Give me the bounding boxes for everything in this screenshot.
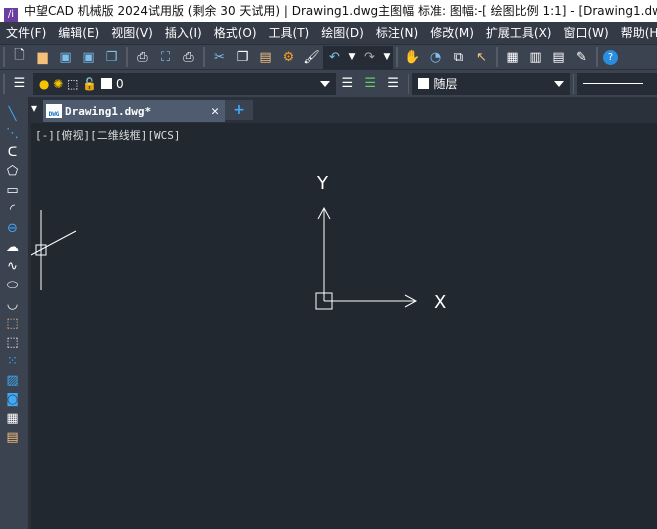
- paste-special-icon[interactable]: ⚙: [279, 48, 298, 67]
- undo-icon[interactable]: ↶: [325, 48, 344, 67]
- zoom-realtime-icon[interactable]: ◔: [426, 48, 445, 67]
- construction-line-icon[interactable]: ⋱: [3, 126, 22, 141]
- menu-bar: 文件(F) 编辑(E) 视图(V) 插入(I) 格式(O) 工具(T) 绘图(D…: [0, 22, 657, 44]
- x-axis-label: X: [434, 292, 446, 313]
- polyline-icon[interactable]: ᑕ: [3, 145, 22, 160]
- cut-icon[interactable]: ✂: [210, 48, 229, 67]
- tab-drawing1[interactable]: DWG Drawing1.dwg* ✕: [43, 100, 225, 122]
- color-swatch: [418, 78, 430, 89]
- menu-ext-tools[interactable]: 扩展工具(X): [480, 22, 558, 44]
- layer-thaw-icon[interactable]: ✺: [53, 77, 63, 91]
- properties-icon[interactable]: ▦: [503, 48, 522, 67]
- layer-unlock-icon[interactable]: 🔓: [82, 77, 97, 91]
- crosshair-cursor: [31, 210, 77, 290]
- standard-toolbar: 🗋 ▆ ▣ ▣ ❐ ⎙ ⛶ ⎙ ✂ ❐ ▤ ⚙ 🖌 ↶ ▼ ↷ ▼ ✋ ◔ ⧉ …: [0, 44, 657, 69]
- layer-on-icon[interactable]: ●: [39, 77, 49, 91]
- layer-viewport-icon[interactable]: ⬚: [67, 77, 78, 91]
- multiline-text-icon[interactable]: ▤: [3, 430, 22, 445]
- save-as-icon[interactable]: ▣: [79, 48, 98, 67]
- region-icon[interactable]: ◙: [3, 392, 22, 407]
- markup-icon[interactable]: ✎: [572, 48, 591, 67]
- menu-window[interactable]: 窗口(W): [558, 22, 615, 44]
- dwg-file-icon: DWG: [46, 104, 62, 118]
- layer-name: 0: [116, 76, 124, 91]
- save-icon[interactable]: ▣: [56, 48, 75, 67]
- layer-dropdown[interactable]: ● ✺ ⬚ 🔓 0: [32, 72, 336, 95]
- zoom-previous-icon[interactable]: ↖: [472, 48, 491, 67]
- menu-format[interactable]: 格式(O): [208, 22, 263, 44]
- menu-tools[interactable]: 工具(T): [263, 22, 316, 44]
- drawing-canvas[interactable]: Y X: [31, 123, 657, 529]
- window-title: 中望CAD 机械版 2024试用版 (剩余 30 天试用) | Drawing1…: [24, 4, 657, 18]
- make-block-icon[interactable]: ⬚: [3, 335, 22, 350]
- design-center-icon[interactable]: ▥: [526, 48, 545, 67]
- zoom-window-icon[interactable]: ⧉: [449, 48, 468, 67]
- make-layer-current-icon[interactable]: ☰: [338, 74, 357, 93]
- linetype-dropdown[interactable]: [577, 72, 657, 95]
- layer-manager-icon[interactable]: ☰: [10, 74, 29, 93]
- arc-icon[interactable]: ◜: [3, 202, 22, 217]
- layer-color-swatch: [101, 78, 113, 89]
- color-dropdown[interactable]: 随层: [412, 72, 570, 95]
- draw-toolbar: ╲ ⋱ ᑕ ⬠ ▭ ◜ ⊖ ☁ ∿ ⬭ ◡ ⬚ ⬚ ⁙ ▨ ◙ ▦ ▤: [0, 97, 31, 529]
- menu-edit[interactable]: 编辑(E): [52, 22, 105, 44]
- redo-icon[interactable]: ↷: [360, 48, 379, 67]
- menu-view[interactable]: 视图(V): [105, 22, 159, 44]
- layer-states-icon[interactable]: ☰: [384, 74, 403, 93]
- point-icon[interactable]: ⁙: [3, 354, 22, 369]
- pan-hand-icon[interactable]: ✋: [403, 48, 422, 67]
- layer-toolbar: ☰ ● ✺ ⬚ 🔓 0 ☰ ☰ ☰ 随层: [0, 69, 657, 97]
- ellipse-arc-icon[interactable]: ◡: [3, 297, 22, 312]
- new-file-icon[interactable]: 🗋: [10, 48, 29, 67]
- tab-close-button[interactable]: ✕: [211, 104, 219, 119]
- spline-icon[interactable]: ∿: [3, 259, 22, 274]
- menu-dimension[interactable]: 标注(N): [370, 22, 424, 44]
- undo-dropdown-icon[interactable]: ▼: [348, 48, 356, 67]
- help-icon[interactable]: ?: [603, 49, 618, 65]
- redo-dropdown-icon[interactable]: ▼: [383, 48, 391, 67]
- chevron-down-icon[interactable]: [319, 80, 330, 87]
- title-bar: /i 中望CAD 机械版 2024试用版 (剩余 30 天试用) | Drawin…: [0, 0, 657, 22]
- tab-label: Drawing1.dwg*: [65, 104, 152, 118]
- tool-palette-icon[interactable]: ▤: [549, 48, 568, 67]
- ucs-icon: [315, 206, 418, 310]
- paste-icon[interactable]: ▤: [256, 48, 275, 67]
- publish-icon[interactable]: ⎙: [179, 48, 198, 67]
- undo-redo-group: ↶ ▼ ↷ ▼: [323, 45, 393, 69]
- table-icon[interactable]: ▦: [3, 411, 22, 426]
- layer-previous-icon[interactable]: ☰: [361, 74, 380, 93]
- multi-save-icon[interactable]: ❐: [102, 48, 121, 67]
- menu-file[interactable]: 文件(F): [0, 22, 52, 44]
- app-logo-icon: /i: [4, 8, 18, 22]
- copy-icon[interactable]: ❐: [233, 48, 252, 67]
- menu-modify[interactable]: 修改(M): [424, 22, 480, 44]
- print-icon[interactable]: ⎙: [133, 48, 152, 67]
- insert-block-icon[interactable]: ⬚: [3, 316, 22, 331]
- open-folder-icon[interactable]: ▆: [33, 48, 52, 67]
- chevron-down-icon[interactable]: [553, 80, 564, 87]
- menu-help[interactable]: 帮助(H): [615, 22, 657, 44]
- print-preview-icon[interactable]: ⛶: [156, 48, 175, 67]
- circle-center-icon[interactable]: ⊖: [3, 221, 22, 236]
- hatch-icon[interactable]: ▨: [3, 373, 22, 388]
- revision-cloud-icon[interactable]: ☁: [3, 240, 22, 255]
- ellipse-icon[interactable]: ⬭: [3, 278, 22, 293]
- document-tab-bar: ▾ DWG Drawing1.dwg* ✕ +: [31, 97, 657, 123]
- polygon-icon[interactable]: ⬠: [3, 164, 22, 179]
- rectangle-icon[interactable]: ▭: [3, 183, 22, 198]
- color-value: 随层: [433, 77, 458, 91]
- menu-insert[interactable]: 插入(I): [159, 22, 208, 44]
- new-tab-button[interactable]: +: [225, 100, 253, 120]
- line-icon[interactable]: ╲: [3, 107, 22, 122]
- menu-draw[interactable]: 绘图(D): [315, 22, 370, 44]
- y-axis-label: Y: [316, 173, 329, 194]
- match-properties-icon[interactable]: 🖌: [302, 48, 321, 67]
- tab-list-menu[interactable]: ▾: [31, 101, 37, 115]
